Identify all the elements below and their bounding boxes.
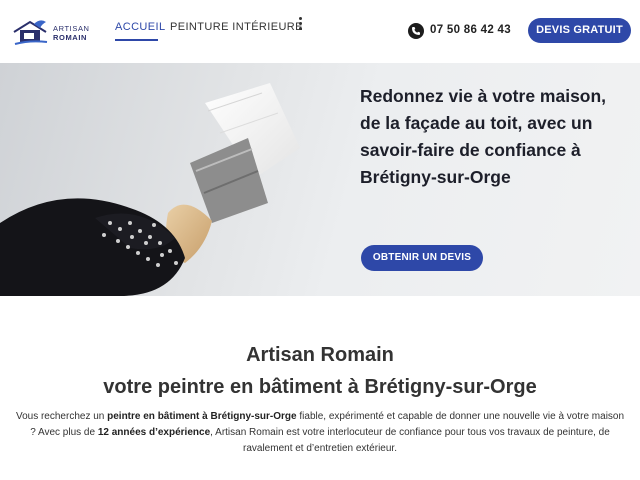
page-subtitle: votre peintre en bâtiment à Brétigny-sur…: [103, 376, 537, 398]
logo-line2: ROMAIN: [53, 33, 88, 42]
hero-headline: Redonnez vie à votre maison, de la façad…: [360, 86, 607, 187]
nav-peinture-interieure[interactable]: PEINTURE INTÉRIEURE: [170, 21, 303, 33]
intro-text-3: , Artisan Romain est votre interlocuteur…: [210, 427, 610, 454]
intro-paragraph: Vous recherchez un peintre en bâtiment à…: [12, 409, 628, 457]
vertical-dots-icon[interactable]: [296, 16, 304, 32]
site-header: ARTISAN ROMAIN ACCUEIL PEINTURE INTÉRIEU…: [0, 0, 640, 63]
phone-icon[interactable]: [408, 23, 424, 39]
intro-bold-1: peintre en bâtiment à Brétigny-sur-Orge: [107, 411, 297, 422]
nav-accueil[interactable]: ACCUEIL: [115, 21, 165, 33]
intro-text-1: Vous recherchez un: [15, 411, 108, 422]
hero-banner: Redonnez vie à votre maison, de la façad…: [0, 63, 640, 296]
page-title: Artisan Romain: [246, 344, 394, 366]
obtenir-devis-button[interactable]: OBTENIR UN DEVIS: [361, 245, 483, 271]
intro-bold-2: 12 années d’expérience: [97, 427, 211, 438]
devis-gratuit-button[interactable]: DEVIS GRATUIT: [528, 18, 631, 43]
logo-line1: ARTISAN: [53, 24, 90, 33]
paint-bucket-house-icon: [13, 20, 48, 45]
logo[interactable]: ARTISAN ROMAIN: [12, 16, 96, 46]
phone-number[interactable]: 07 50 86 42 43: [430, 24, 511, 36]
nav-active-underline: [115, 39, 158, 41]
